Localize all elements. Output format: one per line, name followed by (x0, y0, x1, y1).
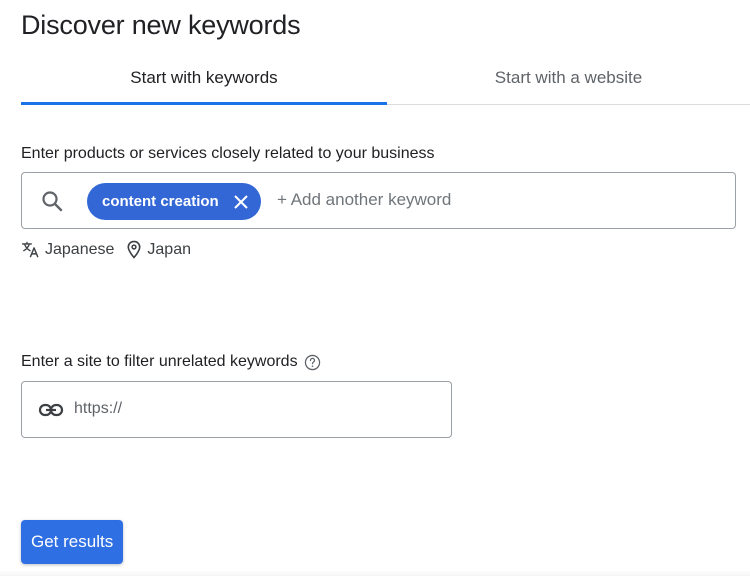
get-results-button[interactable]: Get results (21, 520, 124, 564)
tab-start-with-keywords[interactable]: Start with keywords (21, 52, 387, 105)
link-icon (38, 403, 64, 417)
targeting-settings: Japanese Japan (21, 240, 203, 259)
translate-icon (21, 241, 39, 258)
keyword-input-box[interactable]: content creation (21, 172, 736, 229)
location-setting[interactable]: Japan (126, 240, 191, 259)
discover-keywords-page: Discover new keywords Start with keyword… (0, 0, 750, 576)
location-pin-icon (127, 240, 141, 259)
tab-label: Start with a website (494, 68, 643, 87)
language-setting[interactable]: Japanese (21, 240, 114, 259)
page-title: Discover new keywords (21, 10, 301, 40)
keywords-label: Enter products or services closely relat… (21, 145, 435, 162)
help-icon[interactable] (304, 354, 321, 371)
bottom-divider (0, 570, 750, 576)
tab-bar: Start with keywords Start with a website (21, 52, 750, 105)
language-value: Japanese (45, 240, 115, 258)
site-url-input[interactable] (74, 400, 434, 418)
site-filter-label: Enter a site to filter unrelated keyword… (21, 353, 298, 370)
keyword-chip-label: content creation (102, 193, 219, 210)
add-keyword-input[interactable] (277, 190, 697, 210)
close-icon[interactable] (233, 194, 249, 210)
search-icon (42, 191, 63, 212)
tab-label: Start with keywords (130, 68, 278, 87)
keyword-chip[interactable]: content creation (87, 183, 261, 220)
site-filter-box[interactable] (21, 381, 452, 438)
tab-start-with-website[interactable]: Start with a website (387, 52, 750, 104)
site-filter-label-row: Enter a site to filter unrelated keyword… (21, 353, 321, 371)
location-value: Japan (147, 240, 191, 258)
